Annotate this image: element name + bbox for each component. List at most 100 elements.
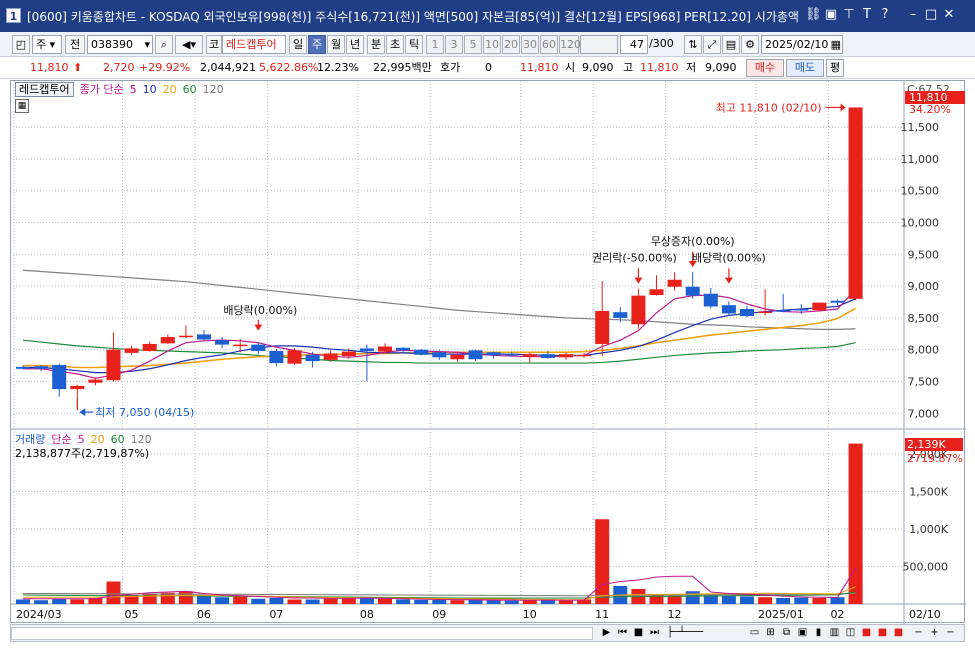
gear-icon[interactable]: ⚙ [741, 35, 759, 54]
red-icon-3[interactable]: ■ [891, 626, 906, 641]
scroll-right-icon[interactable]: ▶ [599, 626, 614, 641]
current-volume-label: 2,139K [907, 438, 946, 451]
zoom-out-icon[interactable]: − [911, 626, 926, 641]
scroll-last-icon[interactable]: ⏭ [647, 626, 662, 641]
interval-120-button[interactable]: 120 [559, 35, 581, 54]
candle-body [504, 353, 519, 356]
interval-1-button[interactable]: 1 [426, 35, 444, 54]
legend-ma20: 20 [162, 83, 177, 96]
annotation-dividend-1: 배당락(0.00%) [223, 304, 297, 317]
scroll-first-icon[interactable]: ⏮ [615, 626, 630, 641]
x-tick-label: 06 [197, 608, 211, 621]
close-icon[interactable]: ✕ [941, 6, 957, 24]
layout-icon[interactable]: ◰ [12, 35, 30, 54]
interval-10-button[interactable]: 10 [483, 35, 501, 54]
period-year-button[interactable]: 년 [346, 35, 364, 54]
candle-body [396, 347, 411, 351]
red-icon-2[interactable]: ■ [875, 626, 890, 641]
price-tick-label: 10,000 [901, 217, 940, 230]
interval-3-button[interactable]: 3 [445, 35, 463, 54]
maximize-icon[interactable]: □ [923, 6, 939, 24]
price-legend: 레드캡투어 종가 단순 5 10 20 60 120 [15, 82, 230, 97]
period-type-select[interactable]: 주 ▾ [32, 35, 62, 54]
zoom-in-icon[interactable]: + [927, 626, 942, 641]
snapshot-icon[interactable]: ◫ [843, 626, 858, 641]
scrollbar-thumb[interactable] [11, 627, 593, 640]
date-input[interactable]: 2025/02/10 ▦ [761, 35, 843, 54]
period-second-button[interactable]: 초 [386, 35, 404, 54]
grid-icon[interactable]: ▦ [15, 99, 29, 113]
interval-60-button[interactable]: 60 [540, 35, 558, 54]
chart-tool-icon[interactable]: ⇅ [684, 35, 702, 54]
interval-20-button[interactable]: 20 [502, 35, 520, 54]
volume-bar [522, 600, 537, 604]
zoom-fit-icon[interactable]: − [943, 626, 958, 641]
period-month-button[interactable]: 월 [327, 35, 345, 54]
interval-5-button[interactable]: 5 [464, 35, 482, 54]
pin-icon[interactable]: ⊤ [841, 6, 857, 24]
help-icon[interactable]: ? [877, 6, 893, 24]
window-number-badge[interactable]: 1 [6, 8, 21, 23]
volume-bar [414, 599, 429, 604]
legend-stock-name[interactable]: 레드캡투어 [15, 82, 74, 97]
minimize-icon[interactable]: – [905, 6, 921, 24]
calendar-icon[interactable]: ▦ [831, 36, 841, 53]
buy-button[interactable]: 매수 [746, 59, 784, 77]
average-button[interactable]: 평 [826, 59, 844, 77]
market-prefix-label[interactable]: 코 [206, 35, 222, 54]
search-icon[interactable]: ⌕ [155, 35, 173, 54]
chart-scrollbar[interactable]: ▶ ⏮ ■ ⏭ ├─┴─── ▭ ⊞ ⧉ ▣ ▮ ▥ ◫ ■ ■ ■ − + − [10, 624, 965, 642]
candle-body [468, 350, 483, 360]
stock-code-value: 038390 [91, 38, 133, 51]
candle-icon[interactable]: ▮ [811, 626, 826, 641]
chart-canvas[interactable]: 7,000 7,500 8,000 8,500 9,000 9,500 10,000 10,5… [11, 81, 966, 624]
data-count-input[interactable]: 47 [620, 35, 648, 54]
volume-bar [685, 591, 700, 604]
chart-area[interactable]: 7,000 7,500 8,000 8,500 9,000 9,500 10,000 10,5… [10, 80, 966, 624]
stock-name-field[interactable]: 레드캡투어 [222, 35, 286, 54]
legend-ma5: 5 [129, 83, 137, 96]
bid-label: 호가 [440, 61, 461, 74]
text-size-icon[interactable]: T [859, 6, 875, 24]
custom-interval-input[interactable] [580, 35, 618, 54]
window-split-icon[interactable]: ⊞ [763, 626, 778, 641]
tile-windows-icon[interactable]: ▣ [823, 6, 839, 24]
legend-ma-label: 종가 단순 [79, 83, 124, 96]
x-current-date-label: 02/10 [909, 608, 941, 621]
link-icon[interactable]: ⛓ [805, 6, 822, 24]
prev-button[interactable]: 전 [65, 35, 85, 54]
legend-vol-ma20: 20 [90, 433, 105, 446]
volume-bar [106, 581, 121, 604]
x-tick-label: 2024/03 [16, 608, 62, 621]
stock-code-input[interactable]: 038390 ▾ [87, 35, 153, 54]
zoom-slider[interactable]: ├─┴─── [667, 626, 737, 641]
sell-button[interactable]: 매도 [786, 59, 824, 77]
red-icon-1[interactable]: ■ [859, 626, 874, 641]
draw-line-icon[interactable]: ⤢ [703, 35, 721, 54]
x-tick-label: 07 [269, 608, 283, 621]
period-day-button[interactable]: 일 [289, 35, 307, 54]
volume-bar [197, 595, 211, 604]
window-icon[interactable]: ▭ [747, 626, 762, 641]
period-week-button[interactable]: 주 [308, 35, 326, 54]
price-tick-label: 7,500 [908, 375, 940, 388]
volume-bar [794, 597, 809, 604]
interval-30-button[interactable]: 30 [521, 35, 539, 54]
window-copy-icon[interactable]: ▣ [795, 626, 810, 641]
window-multi-icon[interactable]: ⧉ [779, 626, 794, 641]
candle-body [124, 348, 139, 353]
price-change-pct: +29.92% [139, 61, 191, 74]
period-minute-button[interactable]: 분 [367, 35, 385, 54]
chart-type-icon[interactable]: ▥ [827, 626, 842, 641]
quote-info-row: 11,810 ⬆ 2,720 +29.92% 2,044,921 5,622.8… [0, 57, 975, 79]
volume-tick-label: 1,000K [909, 523, 948, 536]
period-tick-button[interactable]: 틱 [405, 35, 423, 54]
x-tick-label: 10 [523, 608, 537, 621]
stop-icon[interactable]: ■ [631, 626, 646, 641]
candle-body [52, 364, 67, 390]
save-icon[interactable]: ▤ [722, 35, 740, 54]
legend-ma10: 10 [142, 83, 157, 96]
sound-icon[interactable]: ◀▾ [175, 35, 203, 54]
price-tick-label: 10,500 [901, 185, 940, 198]
open-price: 9,090 [582, 61, 614, 74]
